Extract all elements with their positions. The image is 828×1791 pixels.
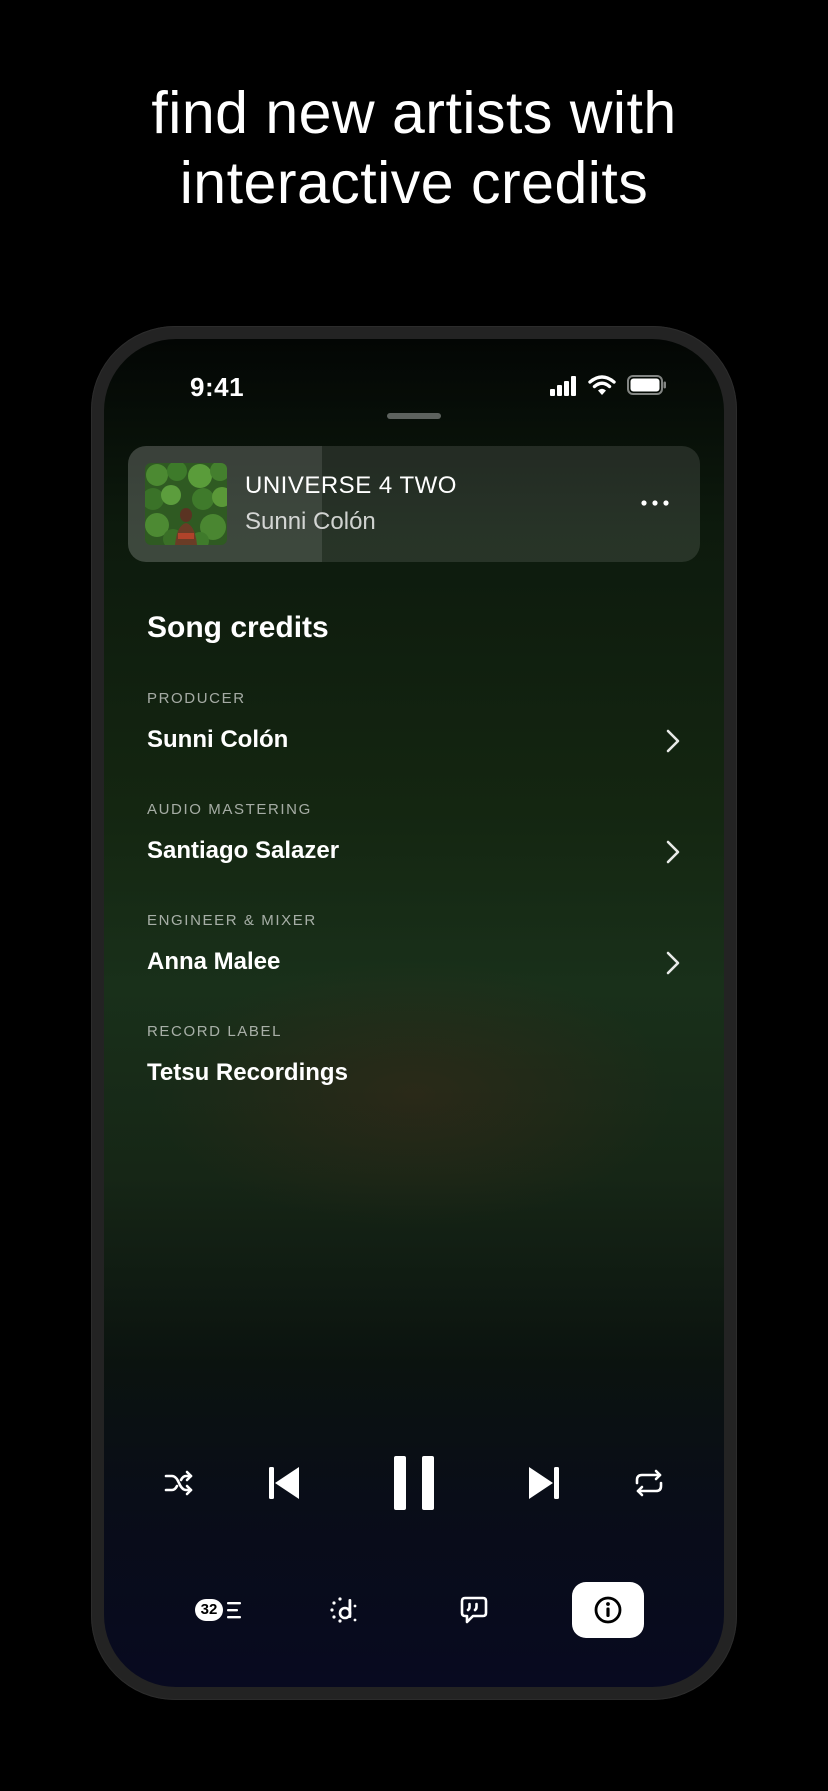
headline: find new artists with interactive credit… [0,78,828,218]
skip-back-icon [269,1467,299,1499]
now-playing-card[interactable]: UNIVERSE 4 TWO Sunni Colón [128,446,700,562]
credit-name[interactable]: Sunni Colón [147,726,288,754]
credit-role: AUDIO MASTERING [147,801,312,818]
pause-button[interactable] [374,1443,454,1523]
player-controls [104,1443,724,1523]
tab-lyrics[interactable] [444,1580,504,1640]
album-art[interactable] [145,463,227,545]
credit-name[interactable]: Anna Malee [147,948,280,976]
tab-queue[interactable]: 32 [184,1580,254,1640]
pause-icon [394,1456,434,1510]
chevron-right-icon[interactable] [665,839,681,865]
credit-row-producer[interactable]: PRODUCER Sunni Colón [147,690,681,780]
chevron-right-icon[interactable] [665,728,681,754]
queue-count-badge: 32 [194,1599,224,1621]
track-title: UNIVERSE 4 TWO [245,472,457,499]
track-artist[interactable]: Sunni Colón [245,508,376,536]
chevron-right-icon[interactable] [665,950,681,976]
tab-info-active[interactable] [572,1580,644,1640]
tab-bar: 32 [104,1580,724,1640]
headline-line-1: find new artists with [151,80,677,146]
shuffle-button[interactable] [154,1443,204,1523]
status-bar: 9:41 [104,339,724,409]
info-icon [594,1596,622,1624]
repeat-icon [635,1469,663,1497]
next-button[interactable] [514,1443,574,1523]
section-title-song-credits: Song credits [147,611,329,644]
headline-line-2: interactive credits [179,150,649,216]
credit-role: ENGINEER & MIXER [147,912,317,929]
credit-role: RECORD LABEL [147,1023,283,1040]
credit-name[interactable]: Santiago Salazer [147,837,339,865]
phone-screen: 9:41 UNIVERSE 4 TWO Sunni Colón Song cre… [104,339,724,1687]
credit-name: Tetsu Recordings [147,1059,348,1086]
phone-frame: 9:41 UNIVERSE 4 TWO Sunni Colón Song cre… [91,326,737,1700]
shuffle-icon [164,1470,193,1496]
previous-button[interactable] [254,1443,314,1523]
discover-icon [330,1597,357,1623]
wifi-icon [588,375,616,395]
credit-row-record-label: RECORD LABEL Tetsu Recordings [147,1023,681,1113]
repeat-button[interactable] [624,1443,674,1523]
credit-role: PRODUCER [147,690,246,707]
credit-row-audio-mastering[interactable]: AUDIO MASTERING Santiago Salazer [147,801,681,891]
more-horizontal-icon[interactable] [638,491,672,515]
sheet-grabber[interactable] [387,413,441,419]
credit-row-engineer-mixer[interactable]: ENGINEER & MIXER Anna Malee [147,912,681,1002]
queue-icon [227,1602,242,1619]
tab-info-highlight [572,1582,644,1638]
skip-forward-icon [529,1467,559,1499]
cellular-signal-icon [550,376,580,396]
status-time: 9:41 [190,372,245,402]
lyrics-icon [460,1596,488,1624]
battery-full-icon [627,375,666,395]
tab-discover[interactable] [314,1580,374,1640]
